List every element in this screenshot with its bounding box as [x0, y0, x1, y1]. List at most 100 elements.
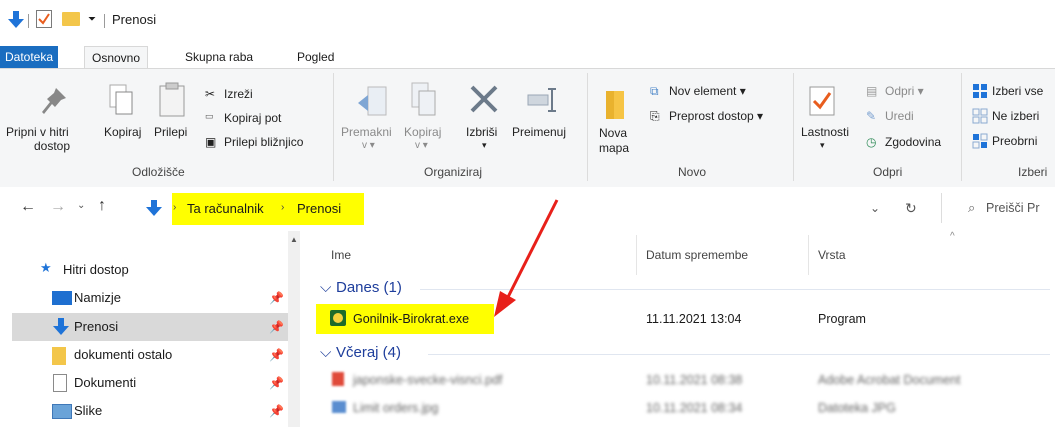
nav-item-documents[interactable]: Dokumenti 📌 — [12, 369, 288, 397]
cut-button[interactable]: Izreži — [224, 87, 253, 101]
column-divider[interactable] — [636, 235, 637, 275]
search-box[interactable]: ⌕ Preišči Pr — [946, 193, 1055, 223]
paste-button[interactable]: Prilepi — [154, 125, 187, 139]
file-name[interactable]: japonske-svecke-visnci.pdf — [353, 373, 502, 387]
organize-group-label: Organiziraj — [424, 165, 483, 179]
pin-icon — [42, 88, 66, 114]
tab-skupna-raba[interactable]: Skupna raba — [178, 46, 260, 68]
column-header-date[interactable]: Datum spremembe — [646, 248, 748, 262]
group-divider — [587, 73, 588, 181]
open-group-label: Odpri — [873, 165, 903, 179]
select-all-button[interactable]: Izberi vse — [992, 84, 1043, 98]
nav-item-downloads[interactable]: Prenosi 📌 — [12, 313, 288, 341]
invert-selection-icon — [972, 133, 988, 149]
breadcrumb-this-pc[interactable]: Ta računalnik — [187, 201, 264, 216]
tab-pogled[interactable]: Pogled — [290, 46, 341, 68]
scroll-up-icon[interactable]: ▲ — [290, 235, 298, 244]
file-type: Adobe Acrobat Document — [818, 373, 961, 387]
new-folder-label2: mapa — [599, 141, 630, 155]
copy-to-icon — [411, 82, 436, 116]
new-folder-button[interactable]: Nova — [599, 126, 627, 140]
group-header-today[interactable]: Danes (1) — [336, 279, 402, 296]
group-divider — [428, 354, 1050, 355]
tab-osnovno[interactable]: Osnovno — [84, 46, 149, 69]
select-none-button[interactable]: Ne izberi — [992, 109, 1039, 123]
delete-button[interactable]: Izbriši — [466, 125, 497, 139]
file-name[interactable]: Limit orders.jpg — [353, 401, 438, 415]
breadcrumb-downloads[interactable]: Prenosi — [297, 201, 341, 216]
delete-dropdown-icon[interactable]: ▾ — [482, 140, 487, 151]
ribbon-tabs: Datoteka Osnovno Skupna raba Pogled — [0, 46, 1055, 69]
window-title: Prenosi — [112, 12, 157, 27]
move-to-icon — [358, 86, 387, 116]
pin-icon[interactable]: 📌 — [269, 291, 284, 305]
pin-icon[interactable]: 📌 — [269, 320, 284, 334]
pin-icon[interactable]: 📌 — [269, 348, 284, 362]
properties-icon — [809, 86, 835, 116]
recent-locations-chevron-icon[interactable]: ⌄ — [77, 200, 85, 211]
move-to-dropdown[interactable]: v ▾ — [362, 140, 375, 151]
customize-toolbar-dropdown-icon[interactable]: ⏷ — [88, 14, 96, 25]
rename-button[interactable]: Preimenuj — [512, 125, 566, 139]
pin-quick-access-button[interactable]: Pripni v hitri — [6, 125, 69, 139]
birokrat-exe-icon — [330, 310, 346, 326]
group-divider — [961, 73, 962, 181]
edit-button[interactable]: Uredi — [885, 109, 914, 123]
tab-datoteka[interactable]: Datoteka — [0, 46, 58, 68]
up-arrow-icon[interactable]: ↑ — [98, 197, 106, 215]
copy-to-dropdown[interactable]: v ▾ — [415, 140, 428, 151]
nav-item-label: dokumenti ostalo — [74, 347, 173, 362]
search-icon: ⌕ — [968, 200, 976, 215]
open-button[interactable]: Odpri ▾ — [885, 84, 924, 98]
column-header-name[interactable]: Ime — [331, 248, 351, 262]
history-button[interactable]: Zgodovina — [885, 135, 941, 149]
column-divider[interactable] — [808, 235, 809, 275]
nav-item-desktop[interactable]: Namizje 📌 — [12, 284, 288, 312]
move-to-button[interactable]: Premakni — [341, 125, 392, 139]
copy-path-icon: ▭ — [205, 111, 214, 121]
properties-button[interactable]: Lastnosti — [801, 125, 849, 139]
properties-dropdown-icon[interactable]: ▾ — [820, 140, 825, 151]
download-arrow-icon[interactable] — [8, 10, 24, 30]
copy-path-button[interactable]: Kopiraj pot — [224, 111, 281, 125]
pin-icon[interactable]: 📌 — [269, 376, 284, 390]
nav-quick-access[interactable]: Hitri dostop — [63, 262, 129, 277]
column-header-type[interactable]: Vrsta — [818, 248, 846, 262]
copy-button[interactable]: Kopiraj — [104, 125, 141, 139]
file-name[interactable]: Gonilnik-Birokrat.exe — [353, 312, 469, 326]
annotation-arrow — [494, 199, 559, 317]
pin-icon[interactable]: 📌 — [269, 404, 284, 418]
clipboard-group-label: Odložišče — [132, 165, 185, 179]
group-chevron-icon[interactable]: ⌵ — [320, 279, 331, 296]
navigation-pane: ★ Hitri dostop Namizje 📌 Prenosi 📌 dokum… — [0, 231, 300, 427]
desktop-icon — [52, 291, 72, 305]
edit-icon: ✎ — [866, 109, 877, 123]
easy-access-button[interactable]: Preprost dostop ▾ — [669, 109, 763, 123]
nav-item-label: Dokumenti — [74, 375, 137, 390]
new-folder-quick-icon[interactable] — [62, 12, 80, 26]
nav-item-pictures[interactable]: Slike 📌 — [12, 397, 288, 425]
folder-icon — [52, 347, 66, 365]
copy-to-button[interactable]: Kopiraj — [404, 125, 441, 139]
new-item-icon: ⧉ — [650, 84, 659, 98]
new-item-button[interactable]: Nov element ▾ — [669, 84, 746, 98]
delete-x-icon — [470, 85, 498, 113]
nav-item-label: Prenosi — [74, 319, 119, 334]
properties-quick-icon[interactable] — [36, 10, 52, 28]
ribbon: Pripni v hitri dostop Kopiraj Prilepi ✂ … — [0, 68, 1055, 188]
easy-access-icon: ⎘ — [650, 109, 660, 123]
invert-selection-button[interactable]: Preobrni — [992, 134, 1037, 148]
address-dropdown-chevron-icon[interactable]: ⌄ — [870, 201, 880, 215]
refresh-icon[interactable]: ↻ — [905, 200, 917, 217]
nav-scrollbar[interactable]: ▲ — [288, 231, 300, 427]
search-placeholder: Preišči Pr — [986, 201, 1040, 215]
group-header-yesterday[interactable]: Včeraj (4) — [336, 344, 401, 361]
pin-quick-access-label2: dostop — [34, 139, 71, 153]
back-arrow-icon[interactable]: ← — [20, 198, 36, 216]
downloads-icon — [53, 318, 69, 335]
nav-item-dokumenti-ostalo[interactable]: dokumenti ostalo 📌 — [12, 341, 288, 369]
rename-icon — [527, 88, 556, 112]
group-chevron-icon[interactable]: ⌵ — [320, 344, 331, 361]
forward-arrow-icon[interactable]: → — [50, 198, 66, 216]
paste-shortcut-button[interactable]: Prilepi bližnjico — [224, 135, 303, 149]
